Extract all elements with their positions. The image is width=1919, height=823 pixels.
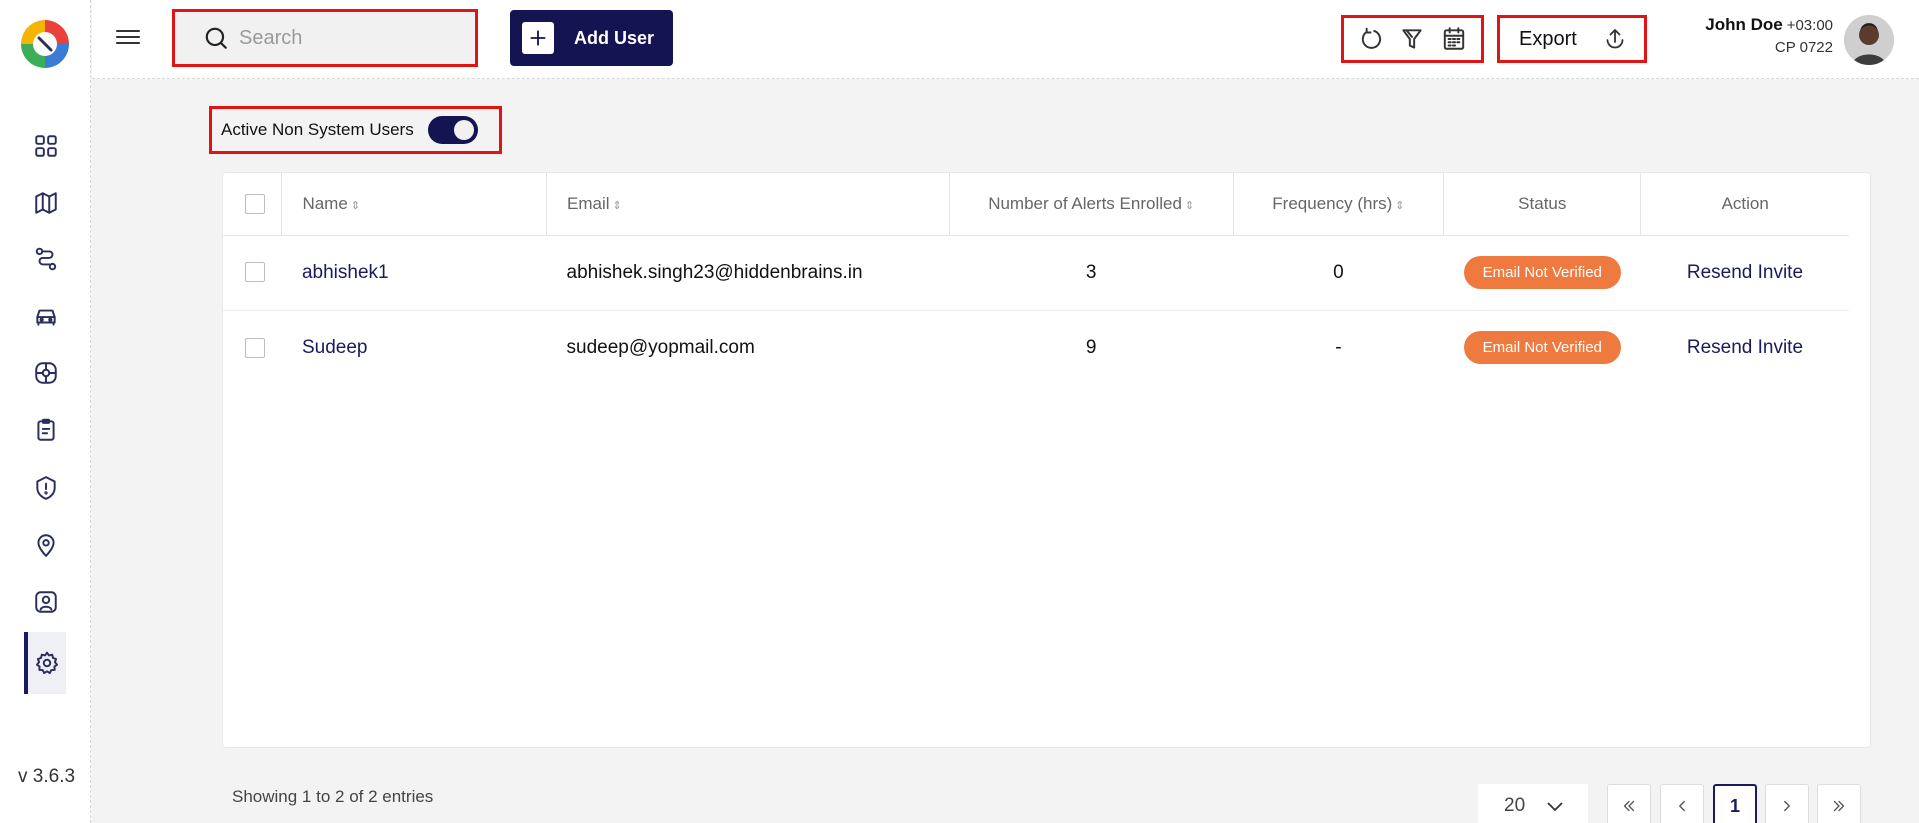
users-table: Name ⇕ Email ⇕ Number of Alerts Enrolled ⇕ … xyxy=(223,173,1849,385)
select-all-checkbox[interactable] xyxy=(245,194,265,214)
location-pin-icon xyxy=(37,534,55,557)
resend-invite-link[interactable]: Resend Invite xyxy=(1687,337,1803,358)
double-chevron-right-icon xyxy=(1833,800,1845,812)
sort-icon: ⇕ xyxy=(1184,199,1195,212)
last-page-button[interactable] xyxy=(1817,784,1861,823)
column-header-name[interactable]: Name ⇕ xyxy=(281,173,547,236)
search-box[interactable] xyxy=(172,9,478,67)
map-icon xyxy=(35,192,57,214)
top-header: Add User Export John Doe+03:00 xyxy=(92,0,1919,79)
user-email: abhishek.singh23@hiddenbrains.in xyxy=(546,235,950,311)
sidebar-item-dashboard[interactable] xyxy=(26,126,66,166)
next-page-button[interactable] xyxy=(1765,784,1809,823)
gear-icon xyxy=(35,651,59,675)
refresh-button[interactable] xyxy=(1354,22,1388,56)
page-size-select[interactable]: 20 xyxy=(1478,784,1588,823)
sidebar-item-alerts[interactable] xyxy=(26,468,66,508)
toggle-label: Active Non System Users xyxy=(221,120,414,139)
user-name: John Doe xyxy=(1705,15,1783,34)
table-header-row: Name ⇕ Email ⇕ Number of Alerts Enrolled ⇕ … xyxy=(223,173,1849,236)
sidebar-item-locations[interactable] xyxy=(26,525,66,565)
table-row: Sudeep sudeep@yopmail.com 9 - Email Not … xyxy=(223,310,1849,385)
sidebar-item-map[interactable] xyxy=(26,183,66,223)
menu-toggle-icon[interactable] xyxy=(116,26,140,50)
sidebar-item-tires[interactable] xyxy=(26,353,66,393)
avatar[interactable] xyxy=(1844,15,1894,65)
active-users-filter: Active Non System Users xyxy=(209,106,502,154)
app-version: v 3.6.3 xyxy=(18,766,76,787)
user-email: sudeep@yopmail.com xyxy=(566,336,755,358)
user-profile-icon xyxy=(35,591,57,613)
frequency-value: 0 xyxy=(1233,235,1444,311)
export-button[interactable]: Export xyxy=(1497,15,1647,63)
select-all-cell xyxy=(223,173,283,236)
upload-icon xyxy=(1606,29,1624,49)
double-chevron-left-icon xyxy=(1623,800,1635,812)
sort-icon: ⇕ xyxy=(350,199,361,212)
page-size-value: 20 xyxy=(1504,795,1526,816)
tire-icon xyxy=(35,362,57,384)
user-name-link[interactable]: abhishek1 xyxy=(302,262,389,283)
table-row: abhishek1 abhishek.singh23@hiddenbrains.… xyxy=(223,235,1849,311)
route-icon xyxy=(35,247,57,271)
calendar-icon xyxy=(1443,27,1465,50)
frequency-value: - xyxy=(1335,336,1342,358)
chevron-right-icon xyxy=(1784,800,1790,812)
sort-icon: ⇕ xyxy=(1395,199,1405,212)
user-info[interactable]: John Doe +03:00 CP 0722 xyxy=(1705,15,1833,56)
users-table-card: Name ⇕ Email ⇕ Number of Alerts Enrolled ⇕ … xyxy=(222,172,1871,748)
chevron-left-icon xyxy=(1679,800,1685,812)
active-users-toggle[interactable] xyxy=(427,116,478,144)
add-user-label: Add User xyxy=(574,27,655,48)
alerts-count: 9 xyxy=(1085,336,1097,358)
status-badge: Email Not Verified xyxy=(1463,331,1621,365)
add-user-button[interactable]: Add User xyxy=(510,10,673,66)
sort-icon: ⇕ xyxy=(612,199,622,212)
row-checkbox[interactable] xyxy=(245,337,265,358)
car-icon xyxy=(36,309,56,326)
search-icon xyxy=(205,27,227,49)
current-page-button[interactable]: 1 xyxy=(1713,784,1757,823)
calendar-button[interactable] xyxy=(1437,22,1471,56)
column-header-action: Action xyxy=(1640,173,1849,236)
export-label: Export xyxy=(1519,27,1577,50)
search-input[interactable] xyxy=(239,26,459,50)
prev-page-button[interactable] xyxy=(1660,784,1704,823)
sidebar-item-reports[interactable] xyxy=(26,410,66,450)
dashboard-icon xyxy=(35,135,57,157)
refresh-icon xyxy=(1361,27,1381,49)
user-code: CP 0722 xyxy=(1774,39,1833,56)
entries-summary: Showing 1 to 2 of 2 entries xyxy=(232,787,434,806)
app-logo[interactable] xyxy=(17,16,73,72)
alerts-count: 3 xyxy=(949,235,1234,311)
row-checkbox[interactable] xyxy=(245,262,265,283)
column-header-email[interactable]: Email ⇕ xyxy=(546,173,950,236)
column-header-status: Status xyxy=(1443,173,1642,236)
sidebar: v 3.6.3 xyxy=(0,0,91,823)
plus-icon xyxy=(522,22,554,54)
filter-button[interactable] xyxy=(1395,22,1429,56)
column-header-alerts[interactable]: Number of Alerts Enrolled ⇕ xyxy=(949,173,1234,236)
status-badge: Email Not Verified xyxy=(1463,256,1621,289)
filter-icon xyxy=(1402,29,1423,49)
resend-invite-link[interactable]: Resend Invite xyxy=(1687,262,1803,283)
table-tools xyxy=(1341,15,1484,63)
sidebar-item-profile[interactable] xyxy=(26,582,66,622)
user-name-link[interactable]: Sudeep xyxy=(302,337,368,358)
first-page-button[interactable] xyxy=(1607,784,1651,823)
clipboard-icon xyxy=(37,418,55,441)
alert-shield-icon xyxy=(36,476,56,500)
chevron-down-icon xyxy=(1547,802,1563,812)
sidebar-item-vehicles[interactable] xyxy=(26,296,66,336)
user-timezone: +03:00 xyxy=(1786,17,1833,34)
sidebar-item-routes[interactable] xyxy=(26,239,66,279)
column-header-frequency[interactable]: Frequency (hrs) ⇕ xyxy=(1233,173,1445,236)
sidebar-item-settings[interactable] xyxy=(24,632,66,694)
